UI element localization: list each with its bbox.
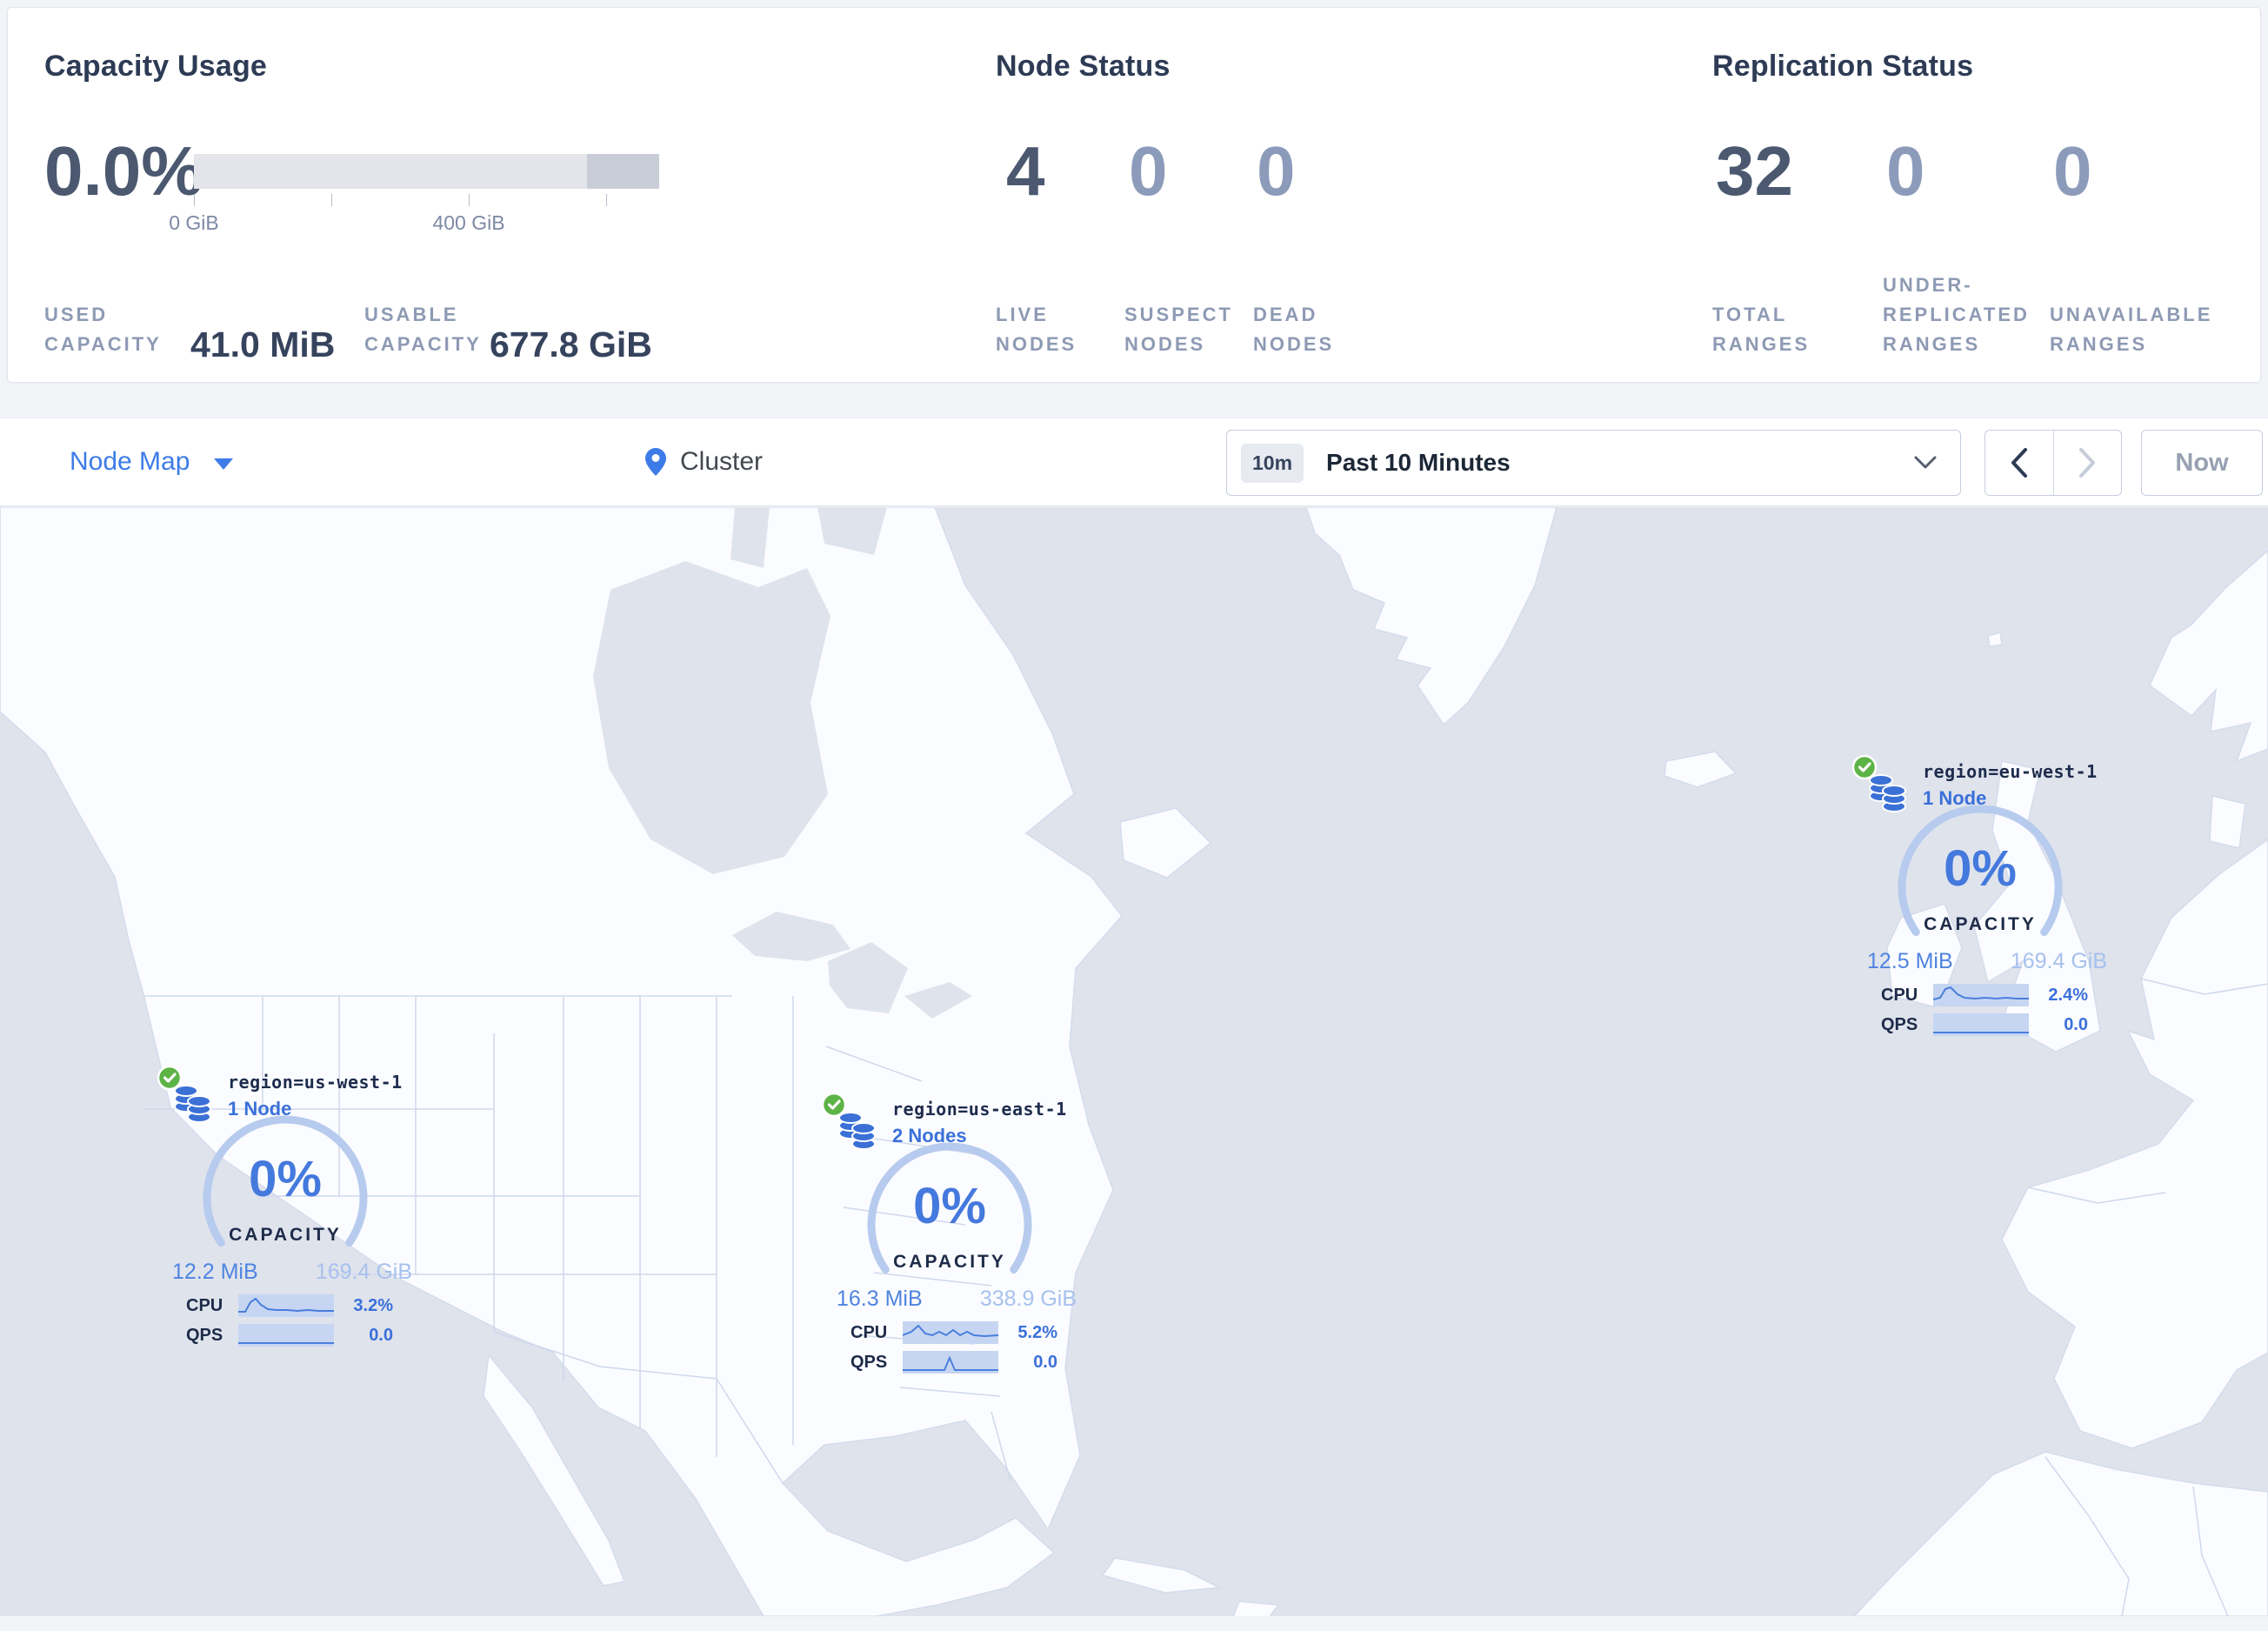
under-replicated-ranges-value: 0 bbox=[1886, 132, 1925, 210]
map-toolbar: Node Map Cluster 10m Past 10 Minutes Now bbox=[0, 418, 2268, 506]
capacity-gauge-percent: 0% bbox=[1944, 840, 2017, 897]
replication-status-title: Replication Status bbox=[1712, 50, 1974, 83]
region-marker-us-west-1[interactable]: region=us-west-1 1 Node 0% CAPACITY 12.2… bbox=[155, 1063, 416, 1366]
region-marker-us-east-1[interactable]: region=us-east-1 2 Nodes 0% CAPACITY 16.… bbox=[819, 1090, 1080, 1393]
chevron-left-icon bbox=[2011, 448, 2027, 478]
capacity-gauge-label: CAPACITY bbox=[1924, 914, 2037, 934]
capacity-usage-title: Capacity Usage bbox=[44, 50, 268, 83]
breadcrumb[interactable]: Cluster bbox=[645, 418, 763, 505]
now-button-label: Now bbox=[2175, 448, 2229, 477]
used-capacity-value: 41.0 MiB bbox=[190, 324, 336, 364]
cpu-value: 3.2% bbox=[353, 1295, 393, 1315]
suspect-nodes-value: 0 bbox=[1129, 132, 1168, 210]
axis-tick bbox=[469, 194, 470, 206]
qps-value: 0.0 bbox=[1033, 1352, 1057, 1372]
capacity-bar-tail bbox=[587, 154, 659, 189]
capacity-bar bbox=[194, 154, 659, 189]
usable-capacity-label: USABLE CAPACITY bbox=[364, 304, 482, 355]
now-button[interactable]: Now bbox=[2141, 430, 2263, 496]
time-range-dropdown[interactable]: 10m Past 10 Minutes bbox=[1226, 430, 1961, 496]
qps-value: 0.0 bbox=[2064, 1014, 2088, 1034]
qps-label: QPS bbox=[1881, 1014, 1918, 1034]
region-name: region=us-west-1 bbox=[228, 1072, 403, 1093]
breadcrumb-label: Cluster bbox=[680, 447, 764, 476]
suspect-nodes-label: SUSPECT NODES bbox=[1124, 304, 1233, 355]
region-name: region=eu-west-1 bbox=[1923, 761, 2098, 782]
capacity-gauge-percent: 0% bbox=[249, 1151, 322, 1207]
total-ranges-value: 32 bbox=[1716, 132, 1793, 210]
capacity-gauge-label: CAPACITY bbox=[229, 1225, 342, 1245]
time-next-button[interactable] bbox=[2054, 431, 2122, 495]
dead-nodes-label: DEAD NODES bbox=[1253, 304, 1335, 355]
dead-nodes-value: 0 bbox=[1257, 132, 1296, 210]
region-marker-eu-west-1[interactable]: region=eu-west-1 1 Node 0% CAPACITY 12.5… bbox=[1850, 752, 2111, 1055]
qps-sparkline bbox=[1933, 1013, 2029, 1036]
view-selector-dropdown[interactable]: Node Map bbox=[70, 418, 234, 505]
cpu-sparkline bbox=[1933, 984, 2029, 1006]
axis-tick bbox=[606, 194, 607, 206]
axis-tick bbox=[194, 194, 195, 206]
location-pin-icon bbox=[645, 448, 666, 476]
chevron-down-icon bbox=[1914, 456, 1937, 469]
time-prev-button[interactable] bbox=[1985, 431, 2054, 495]
caret-down-icon bbox=[214, 458, 234, 470]
cpu-label: CPU bbox=[186, 1295, 223, 1315]
node-status-title: Node Status bbox=[996, 50, 1171, 83]
cpu-label: CPU bbox=[1881, 985, 1918, 1005]
cpu-value: 2.4% bbox=[2048, 985, 2088, 1005]
capacity-gauge-label: CAPACITY bbox=[893, 1252, 1006, 1272]
qps-label: QPS bbox=[186, 1325, 223, 1345]
cpu-sparkline bbox=[903, 1321, 998, 1344]
region-total-capacity: 169.4 GiB bbox=[315, 1260, 412, 1284]
tick-label-zero: 0 GiB bbox=[169, 211, 219, 234]
qps-value: 0.0 bbox=[369, 1325, 393, 1345]
cpu-sparkline bbox=[238, 1294, 334, 1317]
unavailable-ranges-value: 0 bbox=[2053, 132, 2092, 210]
node-map bbox=[0, 507, 2268, 1616]
unavailable-ranges-label: UNAVAILABLE RANGES bbox=[2050, 304, 2213, 355]
time-range-badge: 10m bbox=[1241, 443, 1304, 483]
time-range-label: Past 10 Minutes bbox=[1326, 449, 1511, 476]
usable-capacity-value: 677.8 GiB bbox=[490, 324, 652, 364]
qps-sparkline bbox=[238, 1324, 334, 1347]
view-selector-label: Node Map bbox=[70, 447, 190, 476]
time-nav-group bbox=[1984, 430, 2122, 496]
region-total-capacity: 338.9 GiB bbox=[979, 1287, 1077, 1311]
qps-sparkline bbox=[903, 1351, 998, 1374]
region-used-capacity: 12.2 MiB bbox=[172, 1260, 258, 1284]
cpu-label: CPU bbox=[850, 1322, 888, 1342]
qps-label: QPS bbox=[850, 1352, 888, 1372]
axis-tick bbox=[331, 194, 332, 206]
live-nodes-value: 4 bbox=[1006, 132, 1045, 210]
region-used-capacity: 16.3 MiB bbox=[837, 1287, 923, 1311]
live-nodes-label: LIVE NODES bbox=[996, 304, 1077, 355]
region-used-capacity: 12.5 MiB bbox=[1867, 949, 1953, 973]
under-replicated-ranges-label: UNDER-REPLICATED RANGES bbox=[1883, 274, 2030, 355]
capacity-percent: 0.0% bbox=[44, 132, 203, 210]
tick-label-400: 400 GiB bbox=[432, 211, 505, 234]
used-capacity-label: USED CAPACITY bbox=[44, 304, 162, 355]
total-ranges-label: TOTAL RANGES bbox=[1712, 304, 1811, 355]
cpu-value: 5.2% bbox=[1017, 1322, 1057, 1342]
capacity-gauge-percent: 0% bbox=[913, 1178, 986, 1234]
region-total-capacity: 169.4 GiB bbox=[2010, 949, 2107, 973]
world-map bbox=[0, 507, 2268, 1616]
chevron-right-icon bbox=[2079, 448, 2096, 478]
region-name: region=us-east-1 bbox=[892, 1099, 1067, 1120]
cluster-summary-card: Capacity Usage 0.0% 0 GiB 400 GiB USED C… bbox=[7, 7, 2261, 383]
